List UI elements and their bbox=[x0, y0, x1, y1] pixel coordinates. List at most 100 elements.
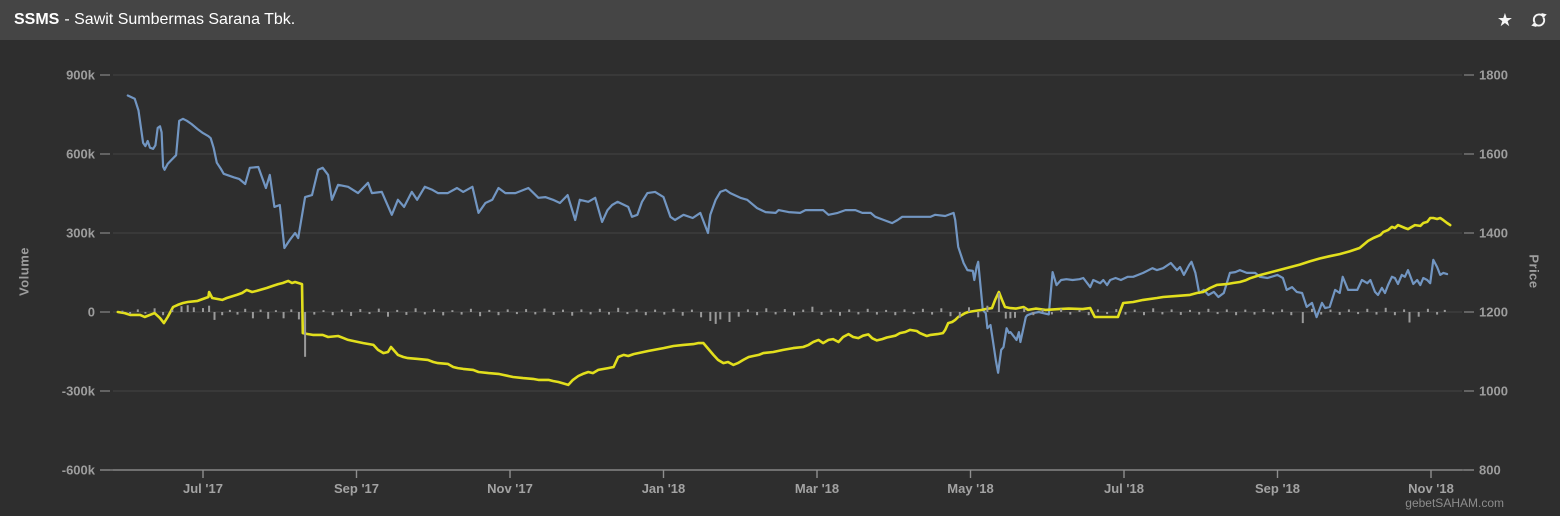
volume-bar bbox=[369, 312, 371, 314]
x-axis-tick-label: Sep '18 bbox=[1255, 481, 1300, 496]
volume-bar bbox=[424, 312, 426, 314]
volume-bar bbox=[498, 312, 500, 315]
volume-bar bbox=[700, 312, 702, 317]
volume-bar bbox=[636, 309, 638, 312]
volume-bar bbox=[654, 310, 656, 312]
volume-bar bbox=[290, 309, 292, 312]
volume-bar bbox=[904, 309, 906, 312]
volume-bar bbox=[1032, 312, 1034, 315]
volume-bar bbox=[1143, 312, 1145, 315]
volume-bar bbox=[1005, 312, 1007, 319]
volume-bar bbox=[252, 312, 254, 318]
volume-bar bbox=[1320, 312, 1322, 315]
volume-bar bbox=[571, 312, 573, 316]
volume-bar bbox=[461, 312, 463, 315]
left-axis-tick-label: 300k bbox=[66, 226, 96, 241]
volume-bar bbox=[1161, 312, 1163, 314]
volume-bar bbox=[580, 309, 582, 312]
volume-bar bbox=[1366, 309, 1368, 312]
volume-bar bbox=[1418, 312, 1420, 317]
x-axis-tick-label: Nov '17 bbox=[487, 481, 533, 496]
volume-bar bbox=[323, 310, 325, 312]
volume-bar bbox=[260, 310, 262, 312]
volume-bar bbox=[715, 312, 717, 324]
volume-bar bbox=[1014, 312, 1016, 318]
right-axis-tick-label: 1000 bbox=[1479, 384, 1508, 399]
volume-bar bbox=[137, 309, 139, 312]
volume-bar bbox=[1189, 310, 1191, 312]
x-axis-tick-label: Sep '17 bbox=[334, 481, 379, 496]
right-axis-tick-label: 1600 bbox=[1479, 147, 1508, 162]
volume-bar bbox=[922, 309, 924, 312]
titlebar-actions: ★ bbox=[1494, 0, 1550, 40]
volume-bar bbox=[729, 312, 731, 322]
left-axis-tick-label: 900k bbox=[66, 68, 96, 83]
volume-bar bbox=[738, 312, 740, 317]
volume-bar bbox=[267, 312, 269, 319]
volume-bar bbox=[608, 312, 610, 315]
volume-bar bbox=[1290, 312, 1292, 315]
ticker-symbol: SSMS bbox=[14, 11, 59, 28]
volume-bar bbox=[229, 310, 231, 312]
volume-bar bbox=[193, 307, 195, 312]
volume-bar bbox=[848, 309, 850, 312]
volume-bar bbox=[599, 309, 601, 312]
volume-bar bbox=[663, 312, 665, 315]
volume-bar bbox=[304, 312, 306, 357]
volume-bar bbox=[202, 308, 204, 312]
volume-bar bbox=[950, 312, 952, 316]
right-axis-tick-label: 1200 bbox=[1479, 305, 1508, 320]
volume-bar bbox=[673, 309, 675, 312]
volume-bar bbox=[221, 312, 223, 315]
volume-bar bbox=[1357, 312, 1359, 314]
volume-bar bbox=[144, 312, 146, 314]
page-title: SSMS- Sawit Sumbermas Sarana Tbk. bbox=[14, 11, 295, 29]
volume-bar bbox=[1436, 312, 1438, 315]
volume-bar bbox=[1125, 312, 1127, 315]
volume-bar bbox=[378, 309, 380, 312]
favorite-star-icon[interactable]: ★ bbox=[1494, 9, 1516, 31]
volume-bar bbox=[977, 312, 979, 317]
left-axis-tick-label: -600k bbox=[62, 463, 96, 478]
right-axis-tick-label: 1800 bbox=[1479, 68, 1508, 83]
volume-bar bbox=[208, 306, 210, 312]
volume-bar bbox=[171, 310, 173, 312]
volume-bar bbox=[802, 310, 804, 312]
volume-bar bbox=[1180, 312, 1182, 315]
volume-bar bbox=[341, 310, 343, 312]
volume-bar bbox=[1198, 312, 1200, 315]
chart-plot-area[interactable]: 900k1800600k1600300k140001200-300k1000-6… bbox=[0, 40, 1560, 516]
right-axis-tick-label: 800 bbox=[1479, 463, 1501, 478]
volume-bar bbox=[553, 312, 555, 315]
volume-bar bbox=[784, 309, 786, 312]
x-axis-tick-label: Mar '18 bbox=[795, 481, 839, 496]
volume-bar bbox=[451, 310, 453, 312]
volume-bar bbox=[1281, 309, 1283, 312]
right-axis-tick-label: 1400 bbox=[1479, 226, 1508, 241]
refresh-icon-glyph bbox=[1529, 10, 1549, 30]
volume-bar bbox=[1171, 309, 1173, 312]
volume-bar bbox=[275, 310, 277, 312]
volume-bar bbox=[986, 306, 988, 312]
volume-bar bbox=[765, 308, 767, 312]
volume-bar bbox=[1069, 312, 1071, 315]
volume-bar bbox=[894, 312, 896, 315]
refresh-icon[interactable] bbox=[1528, 9, 1550, 31]
volume-bar bbox=[405, 312, 407, 315]
cumulative-volume-line bbox=[118, 218, 1450, 385]
volume-bar bbox=[968, 307, 970, 312]
volume-bar bbox=[1134, 310, 1136, 312]
volume-bar bbox=[237, 312, 239, 315]
volume-bar bbox=[857, 312, 859, 314]
volume-bar bbox=[1079, 310, 1081, 312]
volume-bar bbox=[1097, 309, 1099, 312]
volume-bar bbox=[1106, 312, 1108, 314]
volume-bar bbox=[1330, 310, 1332, 312]
volume-bar bbox=[1385, 308, 1387, 312]
volume-bar bbox=[1302, 312, 1304, 323]
volume-bar bbox=[1403, 309, 1405, 312]
volume-bar bbox=[1152, 308, 1154, 312]
volume-bar bbox=[931, 312, 933, 315]
volume-bar bbox=[959, 312, 961, 318]
volume-bar bbox=[433, 309, 435, 312]
